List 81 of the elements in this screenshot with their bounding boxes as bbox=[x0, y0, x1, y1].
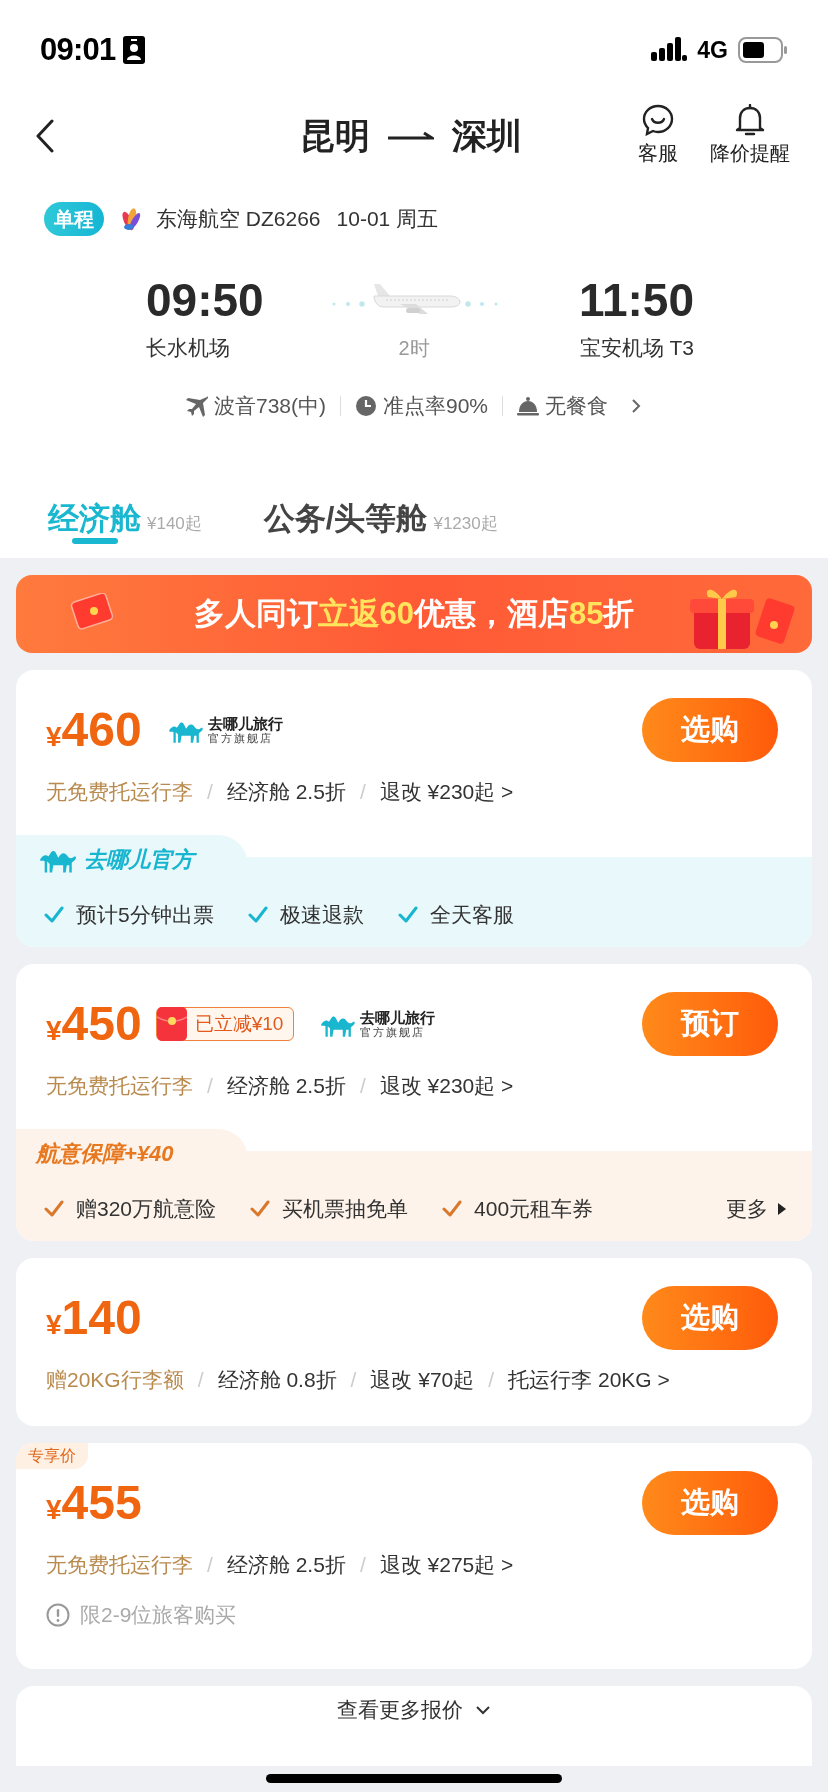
fare-price: ¥455 bbox=[46, 1475, 142, 1531]
chat-icon bbox=[642, 104, 674, 136]
vendor-name: 去哪儿旅行 bbox=[360, 1010, 436, 1025]
exclusive-price-tag: 专享价 bbox=[16, 1443, 88, 1469]
separator-slash: / bbox=[207, 1552, 213, 1578]
flight-detail: 波音738(中) bbox=[213, 393, 326, 420]
cabin-tab[interactable]: 公务/头等舱 ¥1230起 bbox=[263, 496, 498, 544]
flight-detail: 无餐食 bbox=[545, 393, 609, 420]
separator-slash: / bbox=[350, 1367, 357, 1393]
separator-slash: / bbox=[207, 1073, 213, 1099]
fare-feature[interactable]: 退改 ¥275起 > bbox=[379, 1551, 514, 1579]
fare-feature: 退改 ¥70起 bbox=[370, 1367, 475, 1393]
separator-slash: / bbox=[359, 1073, 366, 1099]
vendor-subtitle: 官方旗舰店 bbox=[207, 733, 273, 744]
exclamation-circle-icon bbox=[46, 1603, 70, 1627]
flight-detail: 准点率90% bbox=[383, 393, 489, 420]
check-icon bbox=[442, 1200, 463, 1218]
back-icon bbox=[35, 119, 55, 153]
fare-feature: 经济舱 2.5折 bbox=[226, 779, 346, 805]
network-label: 4G bbox=[697, 35, 728, 65]
fare-feature: 经济舱 2.5折 bbox=[226, 1073, 346, 1099]
perk-item: 预计5分钟出票 bbox=[76, 902, 214, 929]
fare-feature: 赠20KG行李额 bbox=[46, 1367, 184, 1393]
promo-text: 多人同订立返60优惠，酒店85折 bbox=[193, 594, 635, 633]
fare-feature: 经济舱 0.8折 bbox=[217, 1367, 337, 1393]
airplane-icon bbox=[185, 395, 208, 417]
separator-slash: / bbox=[359, 779, 366, 805]
check-icon bbox=[397, 906, 418, 924]
bell-icon bbox=[734, 104, 766, 136]
separator-slash: / bbox=[488, 1367, 495, 1393]
fare-price: ¥450 bbox=[46, 996, 142, 1052]
perk-item: 400元租车券 bbox=[474, 1196, 594, 1223]
check-icon bbox=[247, 906, 268, 924]
vendor-subtitle: 官方旗舰店 bbox=[360, 1027, 426, 1038]
more-perks-button[interactable]: 更多 bbox=[726, 1193, 786, 1225]
status-time: 09:01 bbox=[40, 30, 116, 69]
fare-feature: 经济舱 2.5折 bbox=[226, 1552, 346, 1578]
purchase-notice: 限2-9位旅客购买 bbox=[80, 1602, 237, 1629]
separator-slash: / bbox=[359, 1552, 366, 1578]
trip-type-badge: 单程 bbox=[44, 202, 104, 236]
fare-price: ¥140 bbox=[46, 1290, 142, 1346]
destination-city: 深圳 bbox=[452, 115, 522, 157]
fare-feature: 无免费托运行李 bbox=[46, 1073, 193, 1099]
fare-feature: 无免费托运行李 bbox=[46, 1552, 193, 1578]
origin-city: 昆明 bbox=[300, 115, 370, 157]
more-quotes-button[interactable]: 查看更多报价 bbox=[337, 1696, 491, 1724]
flight-duration: 2时 bbox=[398, 336, 430, 361]
perk-item: 赠320万航意险 bbox=[76, 1196, 217, 1223]
fare-feature: 无免费托运行李 bbox=[46, 779, 193, 805]
food-cover-icon bbox=[517, 395, 540, 417]
perk-item: 买机票抽免单 bbox=[282, 1196, 409, 1223]
arrival-airport: 宝安机场 T3 bbox=[579, 335, 694, 361]
check-icon bbox=[250, 1200, 271, 1218]
separator-slash: / bbox=[207, 779, 213, 805]
fare-feature[interactable]: 退改 ¥230起 > bbox=[379, 778, 514, 806]
chevron-down-icon bbox=[475, 1705, 491, 1715]
vendor-name: 去哪儿旅行 bbox=[207, 716, 283, 731]
battery-icon bbox=[738, 37, 788, 63]
perks-title: 航意保障+¥40 bbox=[36, 1139, 174, 1168]
perk-item: 极速退款 bbox=[279, 902, 364, 929]
envelope-icon bbox=[156, 1007, 187, 1041]
perk-item: 全天客服 bbox=[429, 902, 514, 929]
departure-airport: 长水机场 bbox=[146, 335, 230, 361]
fare-feature[interactable]: 托运行李 20KG > bbox=[508, 1366, 670, 1394]
chevron-right-icon bbox=[630, 397, 643, 415]
fare-price: ¥460 bbox=[46, 702, 142, 758]
discount-badge: 已立减¥10 bbox=[155, 1007, 295, 1041]
check-icon bbox=[44, 1200, 64, 1218]
nav-action-button[interactable]: 客服 bbox=[638, 104, 678, 168]
nav-action-button[interactable]: 降价提醒 bbox=[710, 104, 790, 168]
flight-date: 10-01 周五 bbox=[336, 206, 439, 233]
arrival-time: 11:50 bbox=[578, 274, 694, 326]
signal-icon bbox=[651, 37, 688, 63]
fare-feature[interactable]: 退改 ¥230起 > bbox=[379, 1072, 514, 1100]
contact-card-icon bbox=[123, 36, 146, 64]
clock-icon bbox=[355, 395, 377, 417]
airline-flight-number: 东海航空 DZ6266 bbox=[156, 206, 321, 233]
separator-slash: / bbox=[197, 1367, 204, 1393]
check-icon bbox=[44, 906, 64, 924]
triangle-right-icon bbox=[778, 1203, 786, 1215]
departure-time: 09:50 bbox=[146, 274, 264, 326]
